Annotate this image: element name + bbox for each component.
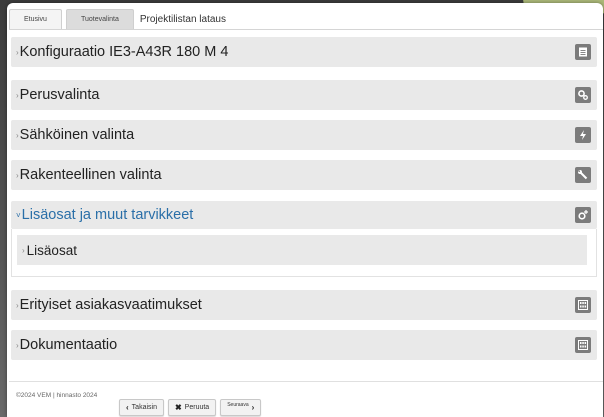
chevron-right-icon: › (16, 90, 19, 100)
tab-product-selection[interactable]: Tuotevalinta (65, 9, 134, 29)
section-documentation-label: Dokumentaatio (19, 337, 118, 353)
section-structural-label: Rakenteellinen valinta (19, 167, 162, 183)
tab-project-load-label: Projektilistan lataus (139, 13, 226, 25)
calculator-icon[interactable] (575, 337, 591, 353)
chevron-right-icon: › (16, 130, 19, 140)
subsection-accessories-label: Lisäosat (26, 242, 77, 258)
lightning-icon[interactable] (575, 127, 591, 143)
back-button[interactable]: ‹ Takaisin (119, 399, 164, 416)
subsection-accessories[interactable]: › Lisäosat (17, 235, 587, 265)
top-tab-bar: Etusivu Tuotevalinta Projektilistan lata… (9, 9, 228, 29)
next-button-label: Seuraava (227, 401, 249, 408)
chevron-right-icon: › (16, 170, 19, 180)
section-special-requirements[interactable]: › Erityiset asiakasvaatimukset (11, 290, 597, 320)
section-special-label: Erityiset asiakasvaatimukset (19, 297, 202, 313)
section-accessories[interactable]: ˅ Lisäosat ja muut tarvikkeet (11, 201, 597, 229)
copyright-text: ©2024 VEM | hinnasto 2024 (16, 392, 98, 399)
back-button-label: Takaisin (131, 404, 157, 411)
chevron-right-icon: › (16, 340, 19, 350)
tab-divider (9, 29, 603, 30)
section-documentation[interactable]: › Dokumentaatio (11, 330, 597, 360)
chevron-left-icon: ‹ (126, 403, 129, 412)
wrench-icon[interactable] (575, 167, 591, 183)
footer-divider (9, 381, 603, 382)
section-configuration[interactable]: › Konfiguraatio IE3-A43R 180 M 4 (11, 37, 597, 67)
chevron-right-icon: › (16, 300, 19, 310)
cancel-button-label: Peruuta (184, 404, 210, 411)
section-basic-selection[interactable]: › Perusvalinta (11, 80, 597, 110)
tab-home-label: Etusivu (24, 16, 47, 23)
calculator-icon[interactable] (575, 297, 591, 313)
close-icon: ✖ (174, 403, 182, 412)
gear-plus-icon[interactable] (575, 207, 591, 223)
section-accessories-label: Lisäosat ja muut tarvikkeet (21, 207, 194, 223)
section-basic-label: Perusvalinta (19, 87, 100, 103)
chevron-right-icon: › (16, 47, 19, 57)
document-icon[interactable] (575, 44, 591, 60)
tab-home[interactable]: Etusivu (9, 9, 62, 29)
next-button[interactable]: Seuraava › (220, 399, 262, 416)
cancel-button[interactable]: ✖ Peruuta (167, 399, 217, 416)
chevron-down-icon: ˅ (16, 210, 21, 220)
chevron-right-icon: › (22, 245, 25, 255)
tab-product-label: Tuotevalinta (80, 16, 119, 23)
configurator-panel: Etusivu Tuotevalinta Projektilistan lata… (7, 3, 603, 417)
gears-icon[interactable] (575, 87, 591, 103)
footer-buttons: ‹ Takaisin ✖ Peruuta Seuraava › (119, 399, 262, 416)
chevron-right-icon: › (251, 403, 255, 412)
section-structural-selection[interactable]: › Rakenteellinen valinta (11, 160, 597, 190)
section-configuration-label: Konfiguraatio IE3-A43R 180 M 4 (19, 44, 229, 60)
section-electrical-selection[interactable]: › Sähköinen valinta (11, 120, 597, 150)
section-electrical-label: Sähköinen valinta (19, 127, 135, 143)
tab-project-list-load[interactable]: Projektilistan lataus (138, 9, 228, 29)
